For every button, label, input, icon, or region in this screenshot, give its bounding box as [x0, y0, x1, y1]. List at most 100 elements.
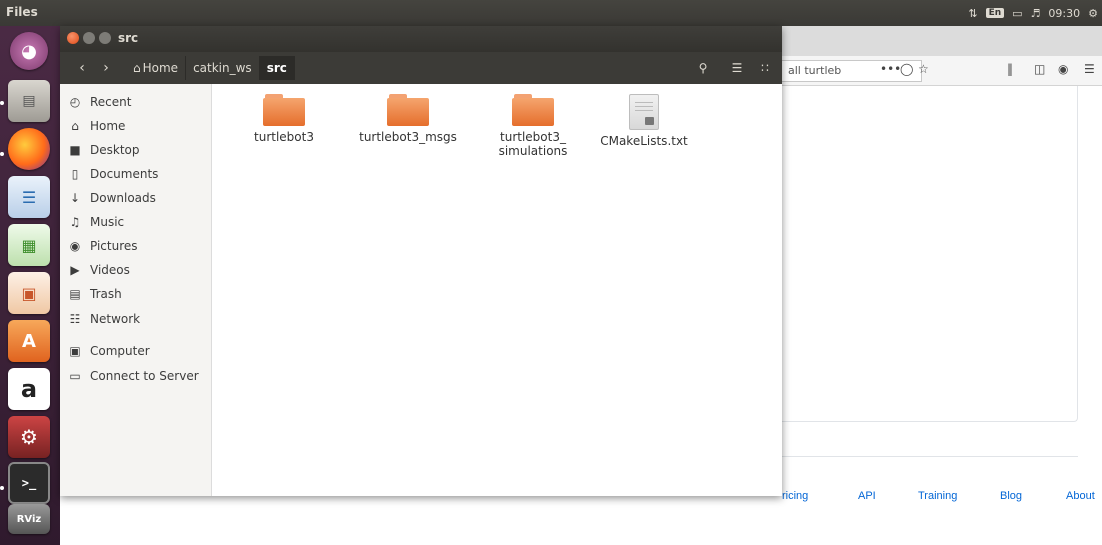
browser-tab-bar	[782, 26, 1102, 56]
sidebar-item-label: Connect to Server	[90, 369, 199, 383]
back-button[interactable]: ‹	[72, 58, 92, 78]
gear-icon[interactable]: ⚙	[1088, 7, 1098, 20]
browser-nav-bar: all turtleb	[782, 56, 1102, 86]
file-name: CMakeLists.txt	[600, 134, 688, 148]
footer-link-training[interactable]: Training	[918, 490, 957, 502]
sidebar-toggle-icon[interactable]: ◫	[1034, 62, 1045, 76]
network-icon: ☷	[69, 312, 81, 326]
maximize-window-button[interactable]	[99, 32, 111, 44]
footer-link-about[interactable]: About	[1066, 490, 1095, 502]
footer-divider	[782, 456, 1078, 457]
folder-icon	[263, 94, 305, 126]
sidebar-item-documents[interactable]: ▯ Documents	[68, 164, 159, 184]
list-view-icon[interactable]: ☰	[726, 58, 748, 78]
page-content-box	[782, 86, 1078, 422]
file-item-turtlebot3-simulations[interactable]: turtlebot3_ simulations	[483, 94, 583, 158]
folder-icon	[512, 94, 554, 126]
file-name-line-2: simulations	[498, 144, 568, 158]
file-item-cmakelists[interactable]: CMakeLists.txt	[594, 94, 694, 148]
rviz-label: RViz	[16, 513, 42, 525]
file-name: turtlebot3	[254, 130, 314, 144]
browser-window: all turtleb ••• ◯ ☆ ‖ ◫ ◉ ☰ ricing API T…	[782, 26, 1102, 545]
terminal-icon[interactable]: >_	[8, 462, 50, 504]
files-toolbar: ‹ › ⌂ Home catkin_ws src ⚲ ☰ ∷	[60, 52, 782, 84]
footer-link-pricing[interactable]: ricing	[782, 490, 808, 502]
lock-icon	[645, 117, 654, 125]
dash-icon[interactable]: ◕	[10, 32, 48, 70]
amazon-icon[interactable]: a	[8, 368, 50, 410]
file-name-line-1: turtlebot3_	[500, 130, 566, 144]
sidebar-item-music[interactable]: ♫ Music	[68, 212, 125, 232]
writer-icon[interactable]: ☰	[8, 176, 50, 218]
minimize-window-button[interactable]	[83, 32, 95, 44]
server-icon: ▭	[69, 369, 81, 383]
sidebar-item-connect-to-server[interactable]: ▭ Connect to Server	[68, 366, 199, 386]
breadcrumb: ⌂ Home catkin_ws src	[126, 56, 295, 80]
sidebar-item-downloads[interactable]: ↓ Downloads	[68, 188, 156, 208]
sidebar-item-label: Computer	[90, 344, 150, 358]
forward-button[interactable]: ›	[96, 58, 116, 78]
sidebar-item-home[interactable]: ⌂ Home	[68, 116, 125, 136]
window-titlebar[interactable]: src	[60, 26, 782, 52]
files-launcher-icon[interactable]: ▤	[8, 80, 50, 122]
calc-icon[interactable]: ▦	[8, 224, 50, 266]
grid-view-icon[interactable]: ∷	[754, 58, 776, 78]
software-center-icon[interactable]: A	[8, 320, 50, 362]
trash-icon: ▤	[69, 287, 81, 301]
network-arrows-icon[interactable]: ⇅	[968, 7, 977, 20]
url-text: all turtleb	[788, 64, 842, 77]
sidebar-item-videos[interactable]: ▶ Videos	[68, 260, 130, 280]
rviz-icon[interactable]: RViz	[8, 504, 50, 534]
clock-icon: ◴	[69, 95, 81, 109]
firefox-icon[interactable]	[8, 128, 50, 170]
bookmark-star-icon[interactable]: ☆	[918, 62, 929, 76]
sidebar-item-network[interactable]: ☷ Network	[68, 309, 141, 329]
volume-icon[interactable]: ♬	[1031, 7, 1041, 20]
impress-icon[interactable]: ▣	[8, 272, 50, 314]
breadcrumb-home[interactable]: ⌂ Home	[126, 56, 187, 80]
sidebar-item-computer[interactable]: ▣ Computer	[68, 341, 150, 361]
computer-icon: ▣	[69, 344, 81, 358]
hamburger-menu-icon[interactable]: ☰	[1084, 62, 1095, 76]
file-item-turtlebot3[interactable]: turtlebot3	[234, 94, 334, 144]
breadcrumb-src[interactable]: src	[259, 56, 295, 80]
pocket-icon[interactable]: ◯	[900, 62, 913, 76]
sidebar-item-label: Videos	[90, 263, 130, 277]
app-name: Files	[6, 5, 38, 19]
running-indicator	[0, 101, 4, 105]
sidebar-item-trash[interactable]: ▤ Trash	[68, 284, 122, 304]
sidebar-item-label: Trash	[90, 287, 122, 301]
running-indicator	[0, 486, 4, 490]
extension-icon[interactable]: ◉	[1058, 62, 1068, 76]
clock[interactable]: 09:30	[1048, 7, 1080, 20]
folder-icon	[387, 94, 429, 126]
sidebar-item-label: Music	[90, 215, 125, 229]
footer-link-api[interactable]: API	[858, 490, 876, 502]
breadcrumb-catkin-ws[interactable]: catkin_ws	[186, 56, 260, 80]
download-icon: ↓	[69, 191, 81, 205]
places-sidebar: ◴ Recent ⌂ Home ■ Desktop ▯ Documents ↓ …	[60, 84, 212, 496]
file-item-turtlebot3-msgs[interactable]: turtlebot3_msgs	[358, 94, 458, 144]
document-icon: ▯	[71, 167, 79, 181]
sidebar-item-pictures[interactable]: ◉ Pictures	[68, 236, 138, 256]
video-icon: ▶	[70, 263, 80, 277]
search-icon[interactable]: ⚲	[692, 58, 714, 78]
library-icon[interactable]: ‖	[1007, 62, 1013, 76]
file-view[interactable]: turtlebot3 turtlebot3_msgs turtlebot3_ s…	[212, 84, 782, 496]
footer-link-blog[interactable]: Blog	[1000, 490, 1022, 502]
home-icon: ⌂	[71, 119, 79, 133]
close-window-button[interactable]	[67, 32, 79, 44]
system-tray: ⇅ En ▭ ♬ 09:30 ⚙	[968, 4, 1098, 22]
system-settings-icon[interactable]: ⚙	[8, 416, 50, 458]
keyboard-layout-indicator[interactable]: En	[985, 8, 1005, 18]
home-icon: ⌂	[133, 61, 141, 75]
files-window: src ‹ › ⌂ Home catkin_ws src ⚲ ☰ ∷ ◴ Rece…	[60, 26, 782, 496]
window-title: src	[118, 31, 139, 45]
sidebar-item-label: Recent	[90, 95, 132, 109]
sidebar-item-desktop[interactable]: ■ Desktop	[68, 140, 139, 160]
file-name: turtlebot3_msgs	[359, 130, 457, 144]
battery-icon[interactable]: ▭	[1012, 7, 1022, 20]
sidebar-item-recent[interactable]: ◴ Recent	[68, 92, 132, 112]
folder-icon: ■	[69, 143, 81, 157]
page-actions-icon[interactable]: •••	[880, 62, 901, 76]
